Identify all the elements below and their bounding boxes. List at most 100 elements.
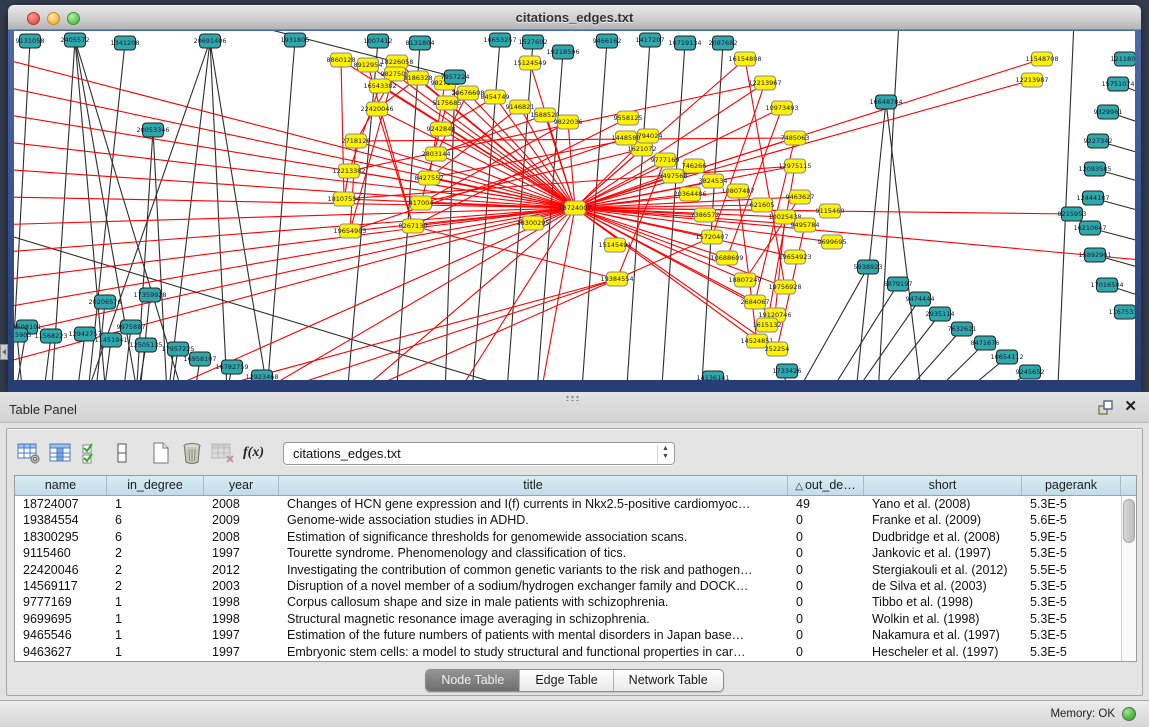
tab-node-table[interactable]: Node Table — [426, 670, 520, 691]
network-node[interactable]: 22420046 — [360, 102, 393, 116]
table-cell[interactable]: 9699695 — [15, 611, 107, 627]
table-cell[interactable]: Yano et al. (2008) — [864, 496, 1022, 512]
delete-entries-button[interactable] — [176, 437, 207, 469]
table-cell[interactable]: 0 — [788, 594, 864, 610]
network-node[interactable]: 9131058 — [16, 34, 45, 48]
network-node[interactable]: 9227342 — [1084, 134, 1113, 148]
network-node[interactable]: 9495784 — [791, 218, 820, 232]
table-row[interactable]: 1830029562008Estimation of significance … — [15, 529, 1136, 545]
network-node[interactable]: 15145491 — [598, 238, 631, 252]
citation-edge-red[interactable] — [350, 141, 356, 231]
table-cell[interactable]: 1998 — [204, 594, 279, 610]
table-row[interactable]: 1938455462009Genome-wide association stu… — [15, 512, 1136, 528]
splitter-handle[interactable] — [565, 395, 581, 401]
citation-edge-red[interactable] — [434, 208, 575, 380]
citation-edge-black[interactable] — [210, 41, 229, 380]
table-cell[interactable]: 18724007 — [15, 496, 107, 512]
new-table-button[interactable] — [145, 437, 176, 469]
table-cell[interactable]: 2003 — [204, 578, 279, 594]
network-node[interactable]: 11548708 — [1025, 52, 1058, 66]
float-panel-icon[interactable] — [1098, 400, 1113, 415]
table-cell[interactable]: Estimation of the future numbers of pati… — [279, 627, 788, 643]
scrollbar-thumb[interactable] — [1123, 499, 1135, 543]
table-cell[interactable]: 2 — [107, 578, 204, 594]
table-cell[interactable]: 5.3E-5 — [1022, 611, 1121, 627]
function-builder-button[interactable]: f(x) — [238, 437, 269, 469]
table-cell[interactable]: 2 — [107, 545, 204, 561]
network-node[interactable]: 1448580 — [612, 131, 641, 145]
table-cell[interactable]: 9463627 — [15, 644, 107, 660]
citation-edge-black[interactable] — [876, 31, 899, 380]
network-node[interactable]: 16210647 — [1073, 221, 1106, 235]
table-cell[interactable]: Tibbo et al. (1998) — [864, 594, 1022, 610]
table-cell[interactable]: 19384554 — [15, 512, 107, 528]
citation-edge-red[interactable] — [349, 83, 765, 171]
table-cell[interactable]: 9465546 — [15, 627, 107, 643]
row-height-button[interactable] — [106, 437, 137, 469]
network-node[interactable]: 9115460 — [816, 204, 845, 218]
network-node[interactable]: 8131804 — [406, 36, 435, 50]
network-node[interactable]: 8215953 — [1058, 207, 1087, 221]
table-cell[interactable]: Genome-wide association studies in ADHD. — [279, 512, 788, 528]
network-node[interactable]: 7632621 — [948, 322, 977, 336]
table-cell[interactable]: 6 — [107, 512, 204, 528]
network-node[interactable]: 8267130 — [399, 219, 428, 233]
citation-edge-red[interactable] — [436, 115, 545, 154]
network-node[interactable]: 19654903 — [333, 224, 366, 238]
table-cell[interactable]: Wolkin et al. (1998) — [864, 611, 1022, 627]
network-node[interactable]: 19654923 — [778, 250, 811, 264]
network-node[interactable]: 1527602 — [519, 35, 548, 49]
column-header-year[interactable]: year — [204, 476, 279, 495]
table-cell[interactable]: 0 — [788, 545, 864, 561]
table-cell[interactable]: Changes of HCN gene expression and I(f) … — [279, 496, 788, 512]
citation-edge-black[interactable] — [1056, 31, 1074, 380]
network-view[interactable]: 1872400788601288912954182260589827509818… — [14, 31, 1135, 380]
column-header-in_degree[interactable]: in_degree — [107, 476, 204, 495]
citation-edge-red[interactable] — [349, 171, 575, 208]
network-node[interactable]: 7386572 — [691, 208, 720, 222]
network-node[interactable]: 5175685 — [433, 96, 462, 110]
network-node[interactable]: 16958107 — [183, 352, 216, 366]
network-node[interactable]: 11451941 — [94, 333, 127, 347]
network-node[interactable]: 18300295 — [516, 216, 549, 230]
network-node[interactable]: 17016504 — [1090, 278, 1123, 292]
table-cell[interactable]: 0 — [788, 512, 864, 528]
table-cell[interactable]: 1 — [107, 594, 204, 610]
table-cell[interactable]: 0 — [788, 562, 864, 578]
table-cell[interactable]: 1 — [107, 627, 204, 643]
network-node[interactable]: 1733426 — [773, 364, 802, 378]
column-header-name[interactable]: name — [15, 476, 107, 495]
vertical-scrollbar[interactable] — [1121, 496, 1136, 661]
network-node[interactable]: 252254 — [765, 342, 790, 356]
table-cell[interactable]: 1997 — [204, 545, 279, 561]
network-node[interactable]: 15892901 — [1078, 248, 1111, 262]
network-node[interactable]: 11675339 — [1108, 305, 1135, 319]
network-node[interactable]: 746266 — [682, 159, 707, 173]
network-node[interactable]: 14136141 — [696, 371, 729, 380]
citation-edge-red[interactable] — [349, 86, 380, 171]
table-cell[interactable]: 14569117 — [15, 578, 107, 594]
network-node[interactable]: 2405572 — [61, 33, 90, 47]
network-node[interactable]: 9245652 — [1016, 365, 1045, 379]
table-cell[interactable]: Disruption of a novel member of a sodium… — [279, 578, 788, 594]
table-cell[interactable]: 9115460 — [15, 545, 107, 561]
network-node[interactable]: 7957224 — [441, 70, 470, 84]
citation-edge-red[interactable] — [274, 279, 617, 380]
network-node[interactable]: 12213987 — [1015, 73, 1048, 87]
table-cell[interactable]: 1 — [107, 496, 204, 512]
network-node[interactable]: 2087682 — [709, 36, 738, 50]
network-node[interactable]: 9497568 — [659, 169, 688, 183]
network-node[interactable]: 12444187 — [1076, 191, 1109, 205]
citation-edge-red[interactable] — [767, 166, 795, 325]
network-node[interactable]: 20364486 — [673, 187, 706, 201]
table-cell[interactable]: 2012 — [204, 562, 279, 578]
table-cell[interactable]: Hescheler et al. (1997) — [864, 644, 1022, 660]
network-node[interactable]: 20206576 — [88, 295, 121, 309]
network-node[interactable]: 16543382 — [363, 79, 396, 93]
table-cell[interactable]: 9777169 — [15, 594, 107, 610]
network-node[interactable]: 9329961 — [1094, 105, 1123, 119]
network-node[interactable]: 621605 — [750, 198, 775, 212]
network-node[interactable]: 20691406 — [193, 34, 226, 48]
table-selector-dropdown[interactable]: citations_edges.txt ▲▼ — [283, 442, 675, 465]
network-node[interactable]: 12093585 — [1078, 162, 1111, 176]
